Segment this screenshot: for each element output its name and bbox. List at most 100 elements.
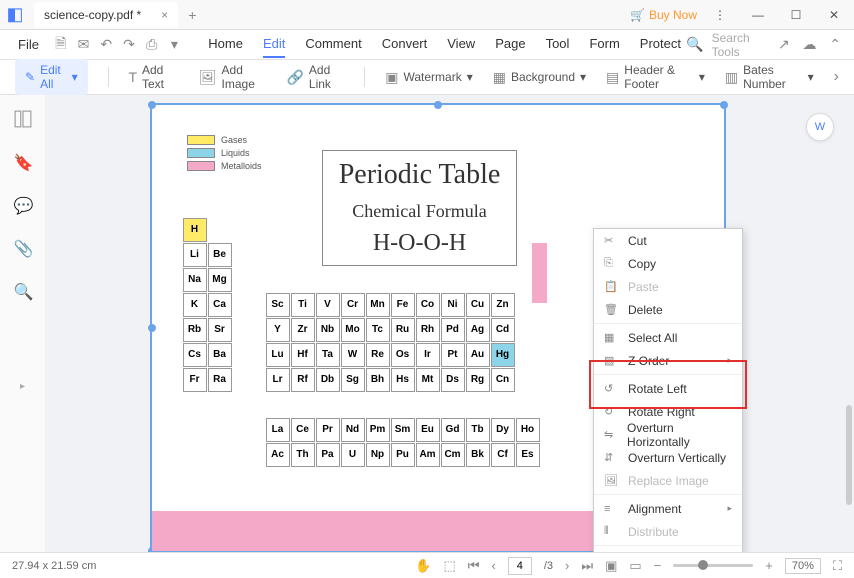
- undo-icon[interactable]: ↶: [97, 34, 115, 56]
- dropdown-icon[interactable]: ▾: [166, 34, 184, 56]
- element-cell: Pa: [316, 443, 340, 467]
- background-button[interactable]: ▦Background ▾: [493, 69, 586, 86]
- close-tab-icon[interactable]: ×: [161, 8, 168, 22]
- thumbnails-icon[interactable]: [14, 110, 32, 128]
- element-cell: Na: [183, 268, 207, 292]
- edit-all-button[interactable]: ✎ Edit All ▾: [15, 59, 88, 95]
- ctx-alignment[interactable]: ≡Alignment▸: [594, 497, 742, 520]
- header-footer-button[interactable]: ▤Header & Footer ▾: [606, 63, 705, 91]
- zoom-slider[interactable]: [673, 564, 753, 567]
- redo-icon[interactable]: ↷: [120, 34, 138, 56]
- tab-comment[interactable]: Comment: [305, 31, 361, 58]
- last-page-icon[interactable]: ⏭: [581, 558, 593, 574]
- search-icon[interactable]: 🔍: [686, 34, 704, 56]
- zoom-in-icon[interactable]: +: [765, 558, 773, 573]
- vertical-scrollbar[interactable]: [846, 405, 852, 505]
- fullscreen-icon[interactable]: ⛶: [833, 558, 842, 574]
- file-menu[interactable]: File: [10, 33, 47, 56]
- add-image-button[interactable]: 🖼Add Image: [199, 63, 267, 91]
- toolbar-next-icon[interactable]: ›: [834, 68, 839, 86]
- add-tab-button[interactable]: +: [188, 7, 196, 23]
- periodic-table-main: ScTiVCrMnFeCoNiCuZnYZrNbMoTcRuRhPdAgCdLu…: [265, 292, 515, 392]
- next-page-icon[interactable]: ›: [565, 558, 569, 573]
- menu-icon[interactable]: ⋮: [705, 0, 735, 30]
- bates-number-button[interactable]: ▥Bates Number ▾: [725, 63, 814, 91]
- page-number-input[interactable]: [508, 557, 532, 575]
- separator: [594, 374, 742, 375]
- context-menu: ✂Cut ⎘Copy 📋Paste 🗑Delete ▦Select All ▧Z…: [593, 228, 743, 552]
- swatch: [187, 161, 215, 171]
- print-icon[interactable]: ⎙: [143, 34, 161, 56]
- element-cell: Bk: [466, 443, 490, 467]
- legend: Gases Liquids Metalloids: [187, 135, 262, 174]
- share-icon[interactable]: ↗: [775, 34, 793, 56]
- first-page-icon[interactable]: ⏮: [468, 558, 480, 574]
- resize-handle[interactable]: [148, 324, 156, 332]
- fit-page-icon[interactable]: ▣: [605, 558, 617, 574]
- cloud-icon[interactable]: ☁: [801, 34, 819, 56]
- ctx-properties[interactable]: ⚙Properties: [594, 548, 742, 552]
- element-cell: Ni: [441, 293, 465, 317]
- sidebar: 🔖 💬 📎 🔍 ▸: [0, 95, 45, 552]
- tab-view[interactable]: View: [447, 31, 475, 58]
- element-cell: Nb: [316, 318, 340, 342]
- element-cell: Rg: [466, 368, 490, 392]
- ctx-overturn-v[interactable]: ⇵Overturn Vertically: [594, 446, 742, 469]
- legend-item: Gases: [187, 135, 262, 145]
- tab-convert[interactable]: Convert: [382, 31, 428, 58]
- watermark-button[interactable]: ▣Watermark ▾: [385, 69, 473, 86]
- resize-handle[interactable]: [148, 101, 156, 109]
- fit-width-icon[interactable]: ▭: [629, 558, 641, 574]
- expand-sidebar-icon[interactable]: ▸: [20, 381, 25, 392]
- menu-tabs: Home Edit Comment Convert View Page Tool…: [208, 31, 681, 58]
- search-panel-icon[interactable]: 🔍: [14, 282, 32, 300]
- menubar: File 🗎 ✉ ↶ ↷ ⎙ ▾ Home Edit Comment Conve…: [0, 30, 854, 60]
- save-icon[interactable]: 🗎: [52, 34, 70, 56]
- collapse-icon[interactable]: ⌃: [826, 34, 844, 56]
- resize-handle[interactable]: [434, 101, 442, 109]
- doc-formula: H-O-O-H: [331, 230, 508, 257]
- add-text-button[interactable]: TAdd Text: [128, 63, 178, 91]
- resize-handle[interactable]: [720, 101, 728, 109]
- tab-tool[interactable]: Tool: [546, 31, 570, 58]
- ctx-cut[interactable]: ✂Cut: [594, 229, 742, 252]
- add-link-button[interactable]: 🔗Add Link: [286, 63, 344, 91]
- image-icon: 🖼: [199, 69, 217, 86]
- element-cell: U: [341, 443, 365, 467]
- ctx-copy[interactable]: ⎘Copy: [594, 252, 742, 275]
- element-cell: Tb: [466, 418, 490, 442]
- attachment-icon[interactable]: 📎: [14, 239, 32, 257]
- tab-home[interactable]: Home: [208, 31, 243, 58]
- tab-edit[interactable]: Edit: [263, 31, 285, 58]
- bookmark-icon[interactable]: 🔖: [14, 153, 32, 171]
- tab-page[interactable]: Page: [495, 31, 525, 58]
- canvas-area[interactable]: Gases Liquids Metalloids Periodic Table …: [45, 95, 854, 552]
- tab-form[interactable]: Form: [589, 31, 619, 58]
- tab-protect[interactable]: Protect: [640, 31, 681, 58]
- hand-tool-icon[interactable]: ✋: [415, 558, 431, 574]
- ctx-delete[interactable]: 🗑Delete: [594, 298, 742, 321]
- element-cell: Gd: [441, 418, 465, 442]
- prev-page-icon[interactable]: ‹: [492, 558, 496, 573]
- rotate-left-icon: ↺: [604, 382, 618, 395]
- search-tools-input[interactable]: Search Tools: [712, 31, 767, 59]
- comment-icon[interactable]: 💬: [14, 196, 32, 214]
- chevron-right-icon: ▸: [727, 503, 732, 514]
- title-box: Periodic Table Chemical Formula H-O-O-H: [322, 150, 517, 266]
- zoom-thumb[interactable]: [698, 560, 708, 570]
- select-tool-icon[interactable]: ⬚: [444, 558, 456, 574]
- document-tab[interactable]: science-copy.pdf * ×: [34, 2, 178, 28]
- ctx-select-all[interactable]: ▦Select All: [594, 326, 742, 349]
- buy-now-link[interactable]: 🛒 Buy Now: [630, 8, 697, 22]
- maximize-button[interactable]: ☐: [781, 0, 811, 30]
- zoom-percent[interactable]: 70%: [785, 558, 821, 574]
- ctx-z-order[interactable]: ▧Z Order▸: [594, 349, 742, 372]
- zoom-out-icon[interactable]: −: [654, 558, 662, 573]
- rotate-right-icon: ↻: [604, 405, 618, 418]
- ctx-rotate-left[interactable]: ↺Rotate Left: [594, 377, 742, 400]
- close-window-button[interactable]: ✕: [819, 0, 849, 30]
- mail-icon[interactable]: ✉: [75, 34, 93, 56]
- minimize-button[interactable]: —: [743, 0, 773, 30]
- ctx-overturn-h[interactable]: ⇋Overturn Horizontally: [594, 423, 742, 446]
- wps-badge-icon[interactable]: W: [806, 113, 834, 141]
